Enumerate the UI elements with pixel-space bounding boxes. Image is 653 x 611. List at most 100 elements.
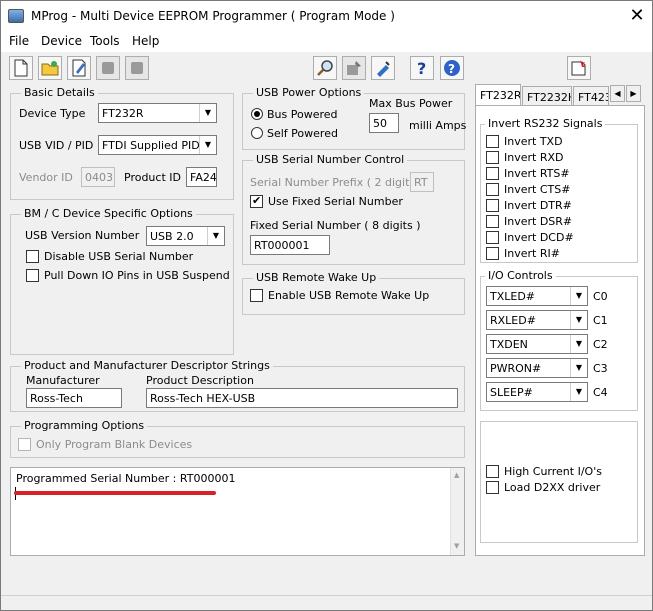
io-c2-label: C2 <box>593 338 608 351</box>
invert-dtr-checkbox[interactable] <box>486 199 499 212</box>
new-button[interactable] <box>9 56 33 80</box>
blank-only-label: Only Program Blank Devices <box>36 438 193 451</box>
invert-txd-checkbox[interactable] <box>486 135 499 148</box>
chevron-down-icon: ▼ <box>570 311 587 329</box>
tab-scroll-left-icon[interactable]: ◀ <box>610 85 625 102</box>
invert-ri-label: Invert RI# <box>504 247 560 260</box>
stop-icon <box>131 62 143 74</box>
fixed-serial-field[interactable]: RT000001 <box>250 235 330 255</box>
device-type-value: FT232R <box>102 107 144 120</box>
vid-pid-select[interactable]: FTDI Supplied PID ▼ <box>98 135 217 155</box>
io-c2-select[interactable]: TXDEN ▼ <box>486 334 588 354</box>
red-underline-annotation <box>14 491 216 495</box>
max-power-field[interactable]: 50 <box>369 113 399 133</box>
info-icon: ? <box>444 60 460 76</box>
fixed-serial-label: Fixed Serial Number ( 8 digits ) <box>250 219 421 232</box>
log-area[interactable]: Programmed Serial Number : RT000001 ▲ ▼ <box>10 467 465 556</box>
log-scrollbar[interactable]: ▲ ▼ <box>450 468 464 555</box>
menu-file[interactable]: File <box>9 34 29 48</box>
usb-version-select[interactable]: USB 2.0 ▼ <box>146 226 225 246</box>
invert-cts-checkbox[interactable] <box>486 183 499 196</box>
bus-powered-radio[interactable] <box>251 108 263 120</box>
remote-wake-checkbox[interactable] <box>250 289 263 302</box>
app-icon <box>8 9 24 23</box>
usb-version-value: USB 2.0 <box>150 230 194 243</box>
manufacturer-field[interactable]: Ross-Tech <box>26 388 122 408</box>
invert-dsr-checkbox[interactable] <box>486 215 499 228</box>
disable-serial-checkbox[interactable] <box>26 250 39 263</box>
load-d2xx-label: Load D2XX driver <box>504 481 601 494</box>
chevron-down-icon: ▼ <box>570 335 587 353</box>
menu-tools[interactable]: Tools <box>90 34 120 48</box>
pull-down-checkbox[interactable] <box>26 269 39 282</box>
add-device-button[interactable] <box>567 56 591 80</box>
window-title: MProg - Multi Device EEPROM Programmer (… <box>31 9 395 23</box>
high-current-checkbox[interactable] <box>486 465 499 478</box>
invert-dtr-label: Invert DTR# <box>504 199 572 212</box>
io-c3-select[interactable]: PWRON# ▼ <box>486 358 588 378</box>
invert-dcd-checkbox[interactable] <box>486 231 499 244</box>
menu-device[interactable]: Device <box>41 34 82 48</box>
edit-button[interactable] <box>67 56 91 80</box>
open-button[interactable] <box>38 56 62 80</box>
product-id-field[interactable]: FA24 <box>186 167 217 187</box>
disable-serial-label: Disable USB Serial Number <box>44 250 194 263</box>
close-button[interactable]: ✕ <box>623 3 651 29</box>
search-icon <box>317 60 333 76</box>
search-button[interactable] <box>313 56 337 80</box>
io-c3-value: PWRON# <box>490 362 542 375</box>
product-description-field[interactable]: Ross-Tech HEX-USB <box>146 388 458 408</box>
io-c4-label: C4 <box>593 386 608 399</box>
log-text: Programmed Serial Number : RT000001 <box>16 472 236 485</box>
serial-prefix-field[interactable]: RT <box>410 172 434 192</box>
stop-button-2[interactable] <box>125 56 149 80</box>
vendor-id-field[interactable]: 0403 <box>81 167 115 187</box>
load-d2xx-checkbox[interactable] <box>486 481 499 494</box>
title-bar: MProg - Multi Device EEPROM Programmer (… <box>1 1 652 32</box>
invert-rts-checkbox[interactable] <box>486 167 499 180</box>
serial-prefix-label: Serial Number Prefix ( 2 digits ) <box>250 176 423 189</box>
scroll-down-icon[interactable]: ▼ <box>454 542 459 550</box>
edit-icon <box>72 59 86 77</box>
help-button[interactable]: ? <box>410 56 434 80</box>
tab-scroll-right-icon[interactable]: ▶ <box>626 85 641 102</box>
use-fixed-serial-checkbox[interactable] <box>250 194 263 208</box>
vendor-id-label: Vendor ID <box>19 171 73 184</box>
invert-rxd-checkbox[interactable] <box>486 151 499 164</box>
vid-pid-label: USB VID / PID <box>19 139 94 152</box>
chevron-down-icon: ▼ <box>570 287 587 305</box>
io-c4-value: SLEEP# <box>490 386 533 399</box>
stop-icon <box>102 62 114 74</box>
max-power-label: Max Bus Power <box>369 97 453 110</box>
stop-button-1[interactable] <box>96 56 120 80</box>
tab-ft232r[interactable]: FT232R <box>475 84 521 106</box>
remote-wake-label: Enable USB Remote Wake Up <box>268 289 430 302</box>
io-c1-label: C1 <box>593 314 608 327</box>
product-description-label: Product Description <box>146 374 254 387</box>
info-button[interactable]: ? <box>440 56 464 80</box>
io-c2-value: TXDEN <box>490 338 528 351</box>
serial-control-title: USB Serial Number Control <box>253 153 408 166</box>
program-button[interactable] <box>342 56 366 80</box>
blank-only-checkbox[interactable] <box>18 438 31 451</box>
remote-wake-title: USB Remote Wake Up <box>253 271 380 284</box>
io-c4-select[interactable]: SLEEP# ▼ <box>486 382 588 402</box>
flash-button[interactable] <box>371 56 395 80</box>
bm-options-title: BM / C Device Specific Options <box>21 207 196 220</box>
io-c0-label: C0 <box>593 290 608 303</box>
self-powered-radio[interactable] <box>251 127 263 139</box>
io-c0-select[interactable]: TXLED# ▼ <box>486 286 588 306</box>
product-id-label: Product ID <box>124 171 181 184</box>
manufacturer-label: Manufacturer <box>26 374 100 387</box>
bus-powered-label: Bus Powered <box>267 108 338 121</box>
io-c3-label: C3 <box>593 362 608 375</box>
device-type-select[interactable]: FT232R ▼ <box>98 103 217 123</box>
menu-help[interactable]: Help <box>132 34 159 48</box>
scroll-up-icon[interactable]: ▲ <box>454 471 459 479</box>
invert-ri-checkbox[interactable] <box>486 247 499 260</box>
io-c1-select[interactable]: RXLED# ▼ <box>486 310 588 330</box>
toolbar: ? ? <box>1 52 652 84</box>
io-c0-value: TXLED# <box>490 290 536 303</box>
high-current-label: High Current I/O's <box>504 465 602 478</box>
chevron-down-icon: ▼ <box>570 383 587 401</box>
